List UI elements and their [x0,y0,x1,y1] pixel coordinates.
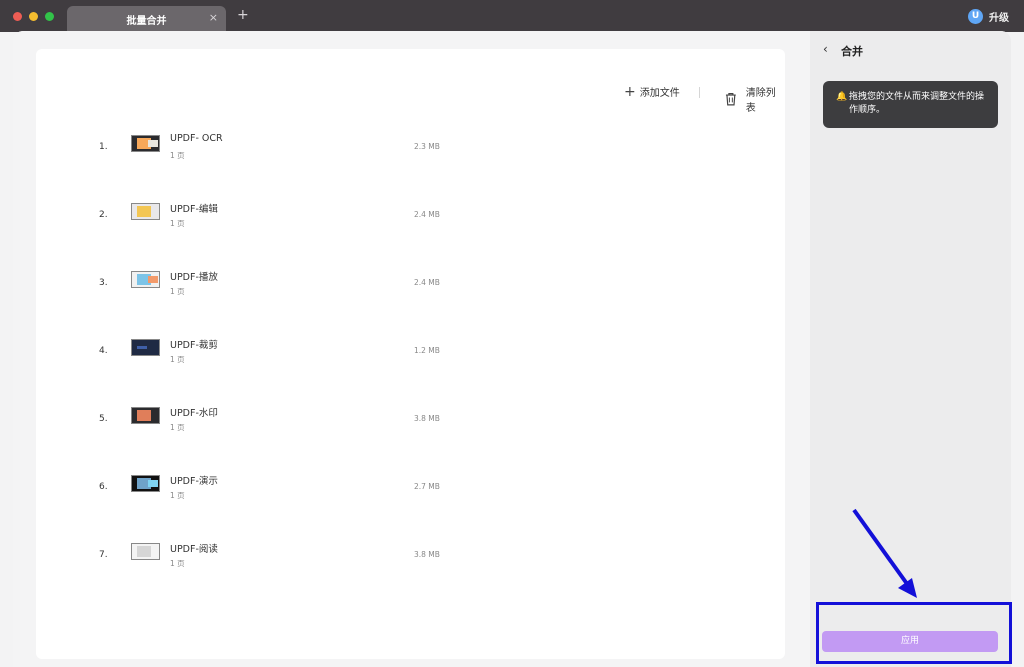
apply-button[interactable]: 应用 [822,631,998,652]
file-thumbnail [131,135,160,152]
close-window-button[interactable] [13,12,22,21]
file-thumbnail [131,407,160,424]
app-window: + 添加文件 清除列表 1. UPDF- OCR 1 页 2.3 MB 2. U… [13,31,1011,667]
clear-list-button[interactable]: 清除列表 [724,84,785,114]
updf-logo-icon: U [968,8,983,24]
file-size: 1.2 MB [414,346,440,355]
file-index: 1. [99,142,108,152]
file-index: 7. [99,550,108,560]
file-name: UPDF-阅读 [170,544,218,555]
file-row[interactable]: 2. UPDF-编辑 1 页 2.4 MB [96,195,796,245]
trash-icon [725,93,736,106]
tab-batch-merge[interactable]: 批量合并 × [67,6,226,32]
file-row[interactable]: 6. UPDF-演示 1 页 2.7 MB [96,467,796,517]
file-thumbnail [131,339,160,356]
file-row[interactable]: 4. UPDF-裁剪 1 页 1.2 MB [96,331,796,381]
file-name: UPDF-播放 [170,272,218,283]
file-size: 3.8 MB [414,414,440,423]
title-bar: 批量合并 × + U 升级 [0,0,1024,32]
file-size: 2.3 MB [414,142,440,151]
file-row[interactable]: 3. UPDF-播放 1 页 2.4 MB [96,263,796,313]
new-tab-button[interactable]: + [237,8,249,22]
file-name: UPDF- OCR [170,133,223,144]
file-pages: 1 页 [170,423,185,432]
upgrade-label: 升级 [989,12,1009,24]
file-index: 2. [99,210,108,220]
file-name: UPDF-演示 [170,476,218,487]
file-thumbnail [131,271,160,288]
file-size: 2.4 MB [414,210,440,219]
file-list-panel: + 添加文件 清除列表 1. UPDF- OCR 1 页 2.3 MB 2. U… [36,49,785,659]
file-thumbnail [131,543,160,560]
toolbar-divider [699,87,700,98]
file-index: 5. [99,414,108,424]
file-pages: 1 页 [170,151,185,160]
file-pages: 1 页 [170,559,185,568]
tip-text: 拖拽您的文件从而来调整文件的操作顺序。 [849,92,985,115]
file-name: UPDF-水印 [170,408,218,419]
zoom-window-button[interactable] [45,12,54,21]
clear-list-label: 清除列表 [745,88,776,114]
main-area: + 添加文件 清除列表 1. UPDF- OCR 1 页 2.3 MB 2. U… [13,31,810,667]
file-pages: 1 页 [170,219,185,228]
merge-sidebar: ‹ 合并 🔔 拖拽您的文件从而来调整文件的操作顺序。 应用 [810,31,1011,667]
tip-box: 🔔 拖拽您的文件从而来调整文件的操作顺序。 [823,81,998,128]
file-pages: 1 页 [170,491,185,500]
minimize-window-button[interactable] [29,12,38,21]
close-icon[interactable]: × [209,11,218,24]
file-index: 3. [99,278,108,288]
file-size: 2.4 MB [414,278,440,287]
file-row[interactable]: 1. UPDF- OCR 1 页 2.3 MB [96,127,796,177]
tab-title: 批量合并 [126,16,167,27]
file-name: UPDF-裁剪 [170,340,218,351]
add-file-label: 添加文件 [639,88,680,99]
file-thumbnail [131,475,160,492]
tip-bell-icon: 🔔 [836,92,848,102]
file-row[interactable]: 5. UPDF-水印 1 页 3.8 MB [96,399,796,449]
file-pages: 1 页 [170,287,185,296]
file-thumbnail [131,203,160,220]
file-name: UPDF-编辑 [170,204,218,215]
upgrade-button[interactable]: U 升级 [968,8,1009,24]
sidebar-title: 合并 [841,45,863,58]
file-row[interactable]: 7. UPDF-阅读 1 页 3.8 MB [96,535,796,585]
file-index: 6. [99,482,108,492]
add-file-button[interactable]: + 添加文件 [624,83,680,100]
file-index: 4. [99,346,108,356]
file-size: 3.8 MB [414,550,440,559]
plus-icon: + [624,83,636,100]
back-arrow-icon[interactable]: ‹ [823,42,828,56]
file-pages: 1 页 [170,355,185,364]
file-size: 2.7 MB [414,482,440,491]
